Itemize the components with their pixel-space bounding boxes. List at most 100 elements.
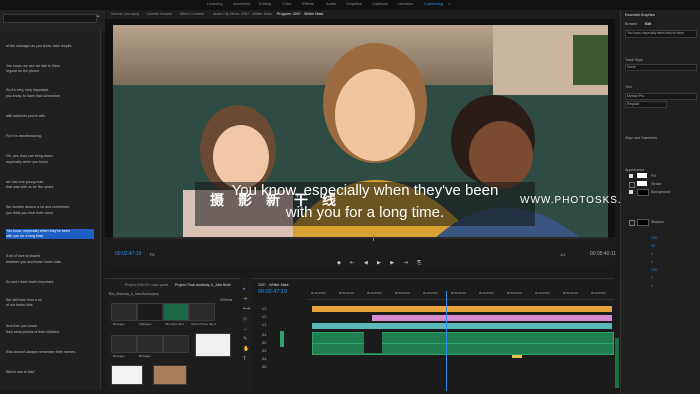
layer-item[interactable]: You know, especially when they've been	[625, 30, 697, 38]
bin-thumbnail[interactable]	[111, 303, 137, 321]
project-tab[interactable]: Project: BIGGSY radio panel	[125, 283, 168, 287]
tab-effect-controls[interactable]: Effect Controls	[180, 12, 204, 16]
transcript-line[interactable]: you know, to have that connection	[6, 94, 94, 99]
bin-thumbnail[interactable]	[111, 335, 137, 353]
timecode-current[interactable]: 00:02:47:19	[115, 251, 141, 257]
hand-icon[interactable]: ✋	[243, 346, 249, 352]
project-tab-active[interactable]: Project: Rock Anatomy, A_Jobs Build	[175, 283, 231, 287]
track-header-a5[interactable]: A5	[262, 365, 266, 369]
transport-controls[interactable]: ◆ ⇤ ◀ ▶ ▶ ⇥ ⎘	[337, 260, 425, 266]
bin-thumbnail[interactable]	[137, 335, 163, 353]
transcript-line[interactable]: you think you hear their voice.	[6, 211, 94, 216]
track-header-a2[interactable]: A2	[262, 341, 266, 345]
transcript-line[interactable]: of the manager as you know, take respite…	[6, 44, 94, 49]
pen-icon[interactable]: ✎	[243, 336, 247, 342]
type-icon[interactable]: T	[243, 356, 246, 362]
transcript-search-input[interactable]	[3, 14, 97, 23]
timeline-playhead[interactable]	[446, 291, 447, 391]
track-header-v2[interactable]: V2	[262, 315, 266, 319]
transcript-line[interactable]: A lot of love is shared	[6, 254, 94, 259]
clip-thumbnail[interactable]	[163, 303, 189, 321]
ripple-edit-icon[interactable]: ⟷	[243, 306, 250, 312]
transcript-line[interactable]: of our foster kids.	[6, 303, 94, 308]
track-style-select[interactable]: None	[625, 64, 697, 71]
track-header-v3[interactable]: V3	[262, 307, 266, 311]
value-field[interactable]: 0	[651, 260, 653, 264]
font-style-select[interactable]: Regular	[625, 101, 667, 108]
transcript-line[interactable]: Which one is this?	[6, 370, 94, 375]
audio-clip-a2[interactable]	[312, 343, 614, 355]
value-field[interactable]: 0	[651, 284, 653, 288]
transcript-line[interactable]: So it's very, very important,	[6, 88, 94, 93]
workspace-learning[interactable]: Learning	[207, 1, 223, 6]
transcript-line[interactable]: especially when you know,	[6, 160, 94, 165]
transcript-line[interactable]: that was with us for five years.	[6, 185, 94, 190]
transcript-line[interactable]: Kids doesn't always remember their names…	[6, 350, 94, 355]
track-header-a1[interactable]: A1	[262, 333, 266, 337]
workspace-assembly[interactable]: Assembly	[233, 1, 250, 6]
value-field[interactable]: 40	[651, 244, 655, 248]
workspace-captions[interactable]: Captions	[372, 1, 388, 6]
timeline-timecode[interactable]: 00:02:47:19	[258, 289, 287, 295]
font-select[interactable]: Myriad Pro	[625, 93, 697, 100]
clip-thumbnail[interactable]	[195, 333, 231, 357]
shadow-swatch[interactable]	[637, 219, 649, 226]
bin-thumbnail[interactable]	[163, 335, 189, 353]
workspace-libraries[interactable]: Libraries	[398, 1, 413, 6]
close-icon[interactable]: ▪	[97, 14, 99, 20]
workspace-editing[interactable]: Editing	[259, 1, 271, 6]
workspace-audio[interactable]: Audio	[326, 1, 336, 6]
workspace-graphics[interactable]: Graphics	[346, 1, 362, 6]
selection-tool-icon[interactable]: ▸	[243, 286, 246, 292]
bin-thumbnail[interactable]	[189, 303, 215, 321]
sequence-tab[interactable]: 2007 - Whiter Mark	[258, 283, 289, 287]
resolution-select[interactable]: 1/2	[560, 252, 566, 257]
graphics-clips[interactable]	[372, 315, 612, 321]
fill-swatch[interactable]	[637, 173, 647, 178]
transcript-line[interactable]: regular on the phone.	[6, 69, 94, 74]
fit-select[interactable]: Fit	[150, 252, 154, 257]
workspace-color[interactable]: Color	[282, 1, 292, 6]
monitor-scrubber[interactable]	[113, 237, 607, 239]
tab-browse[interactable]: Browse	[625, 22, 637, 26]
value-field[interactable]: 100	[651, 236, 657, 240]
tab-edit[interactable]: Edit	[645, 22, 651, 26]
transcript-line[interactable]: between you and those foster kids.	[6, 260, 94, 265]
slip-icon[interactable]: ↔	[243, 326, 248, 332]
clip-thumbnail[interactable]	[153, 365, 187, 385]
transcript-line[interactable]: they send photos of their children.	[6, 330, 94, 335]
workspace-captioning[interactable]: Captioning	[424, 1, 443, 6]
tab-program[interactable]: Program: 2007 - Whiter Mark	[277, 12, 323, 16]
workspace-effects[interactable]: Effects	[302, 1, 314, 6]
transcript-line[interactable]: So and I think that's important.	[6, 280, 94, 285]
track-select-icon[interactable]: ⇥	[243, 296, 247, 302]
track-header-v1[interactable]: V1	[262, 323, 266, 327]
background-checkbox[interactable]	[629, 190, 633, 194]
transcript-line[interactable]: with whoever you're with.	[6, 114, 94, 119]
transcript-line[interactable]: We wonder around a lot and sometimes	[6, 205, 94, 210]
playhead[interactable]	[373, 235, 374, 241]
transcript-line[interactable]: And then you know,	[6, 324, 94, 329]
audio-clip-a3[interactable]	[512, 355, 522, 358]
caption-track-clips[interactable]	[312, 306, 612, 312]
background-swatch[interactable]	[637, 189, 649, 196]
stroke-swatch[interactable]	[637, 181, 647, 186]
transcript-line[interactable]: Oh, yes, they can bring down,	[6, 154, 94, 159]
value-field[interactable]: 100	[651, 268, 657, 272]
razor-icon[interactable]: ◇	[243, 316, 247, 322]
value-field[interactable]: 0	[651, 252, 653, 256]
track-header-a3[interactable]: A3	[262, 349, 266, 353]
workspace-menu-icon[interactable]: »	[448, 1, 450, 6]
shadow-checkbox[interactable]	[629, 220, 635, 226]
value-field[interactable]: 7	[651, 276, 653, 280]
clip-thumbnail[interactable]	[111, 365, 143, 385]
transcript-line-selected[interactable]: with you for a long time.	[6, 234, 94, 239]
tab-audio-clip-mixer[interactable]: Audio Clip Mixer: 2007 - Whiter Mark	[213, 12, 272, 16]
tab-source[interactable]: Source: (no clips)	[111, 12, 139, 16]
time-ruler[interactable]: 00:02:15:00 00:02:30:00 00:02:45:00 00:0…	[307, 291, 614, 300]
fill-checkbox[interactable]	[629, 174, 633, 178]
video-clips[interactable]	[312, 323, 612, 329]
transcript-line[interactable]: For it is heartbreaking.	[6, 134, 94, 139]
bin-thumbnail[interactable]	[137, 303, 163, 321]
stroke-checkbox[interactable]	[629, 182, 635, 188]
